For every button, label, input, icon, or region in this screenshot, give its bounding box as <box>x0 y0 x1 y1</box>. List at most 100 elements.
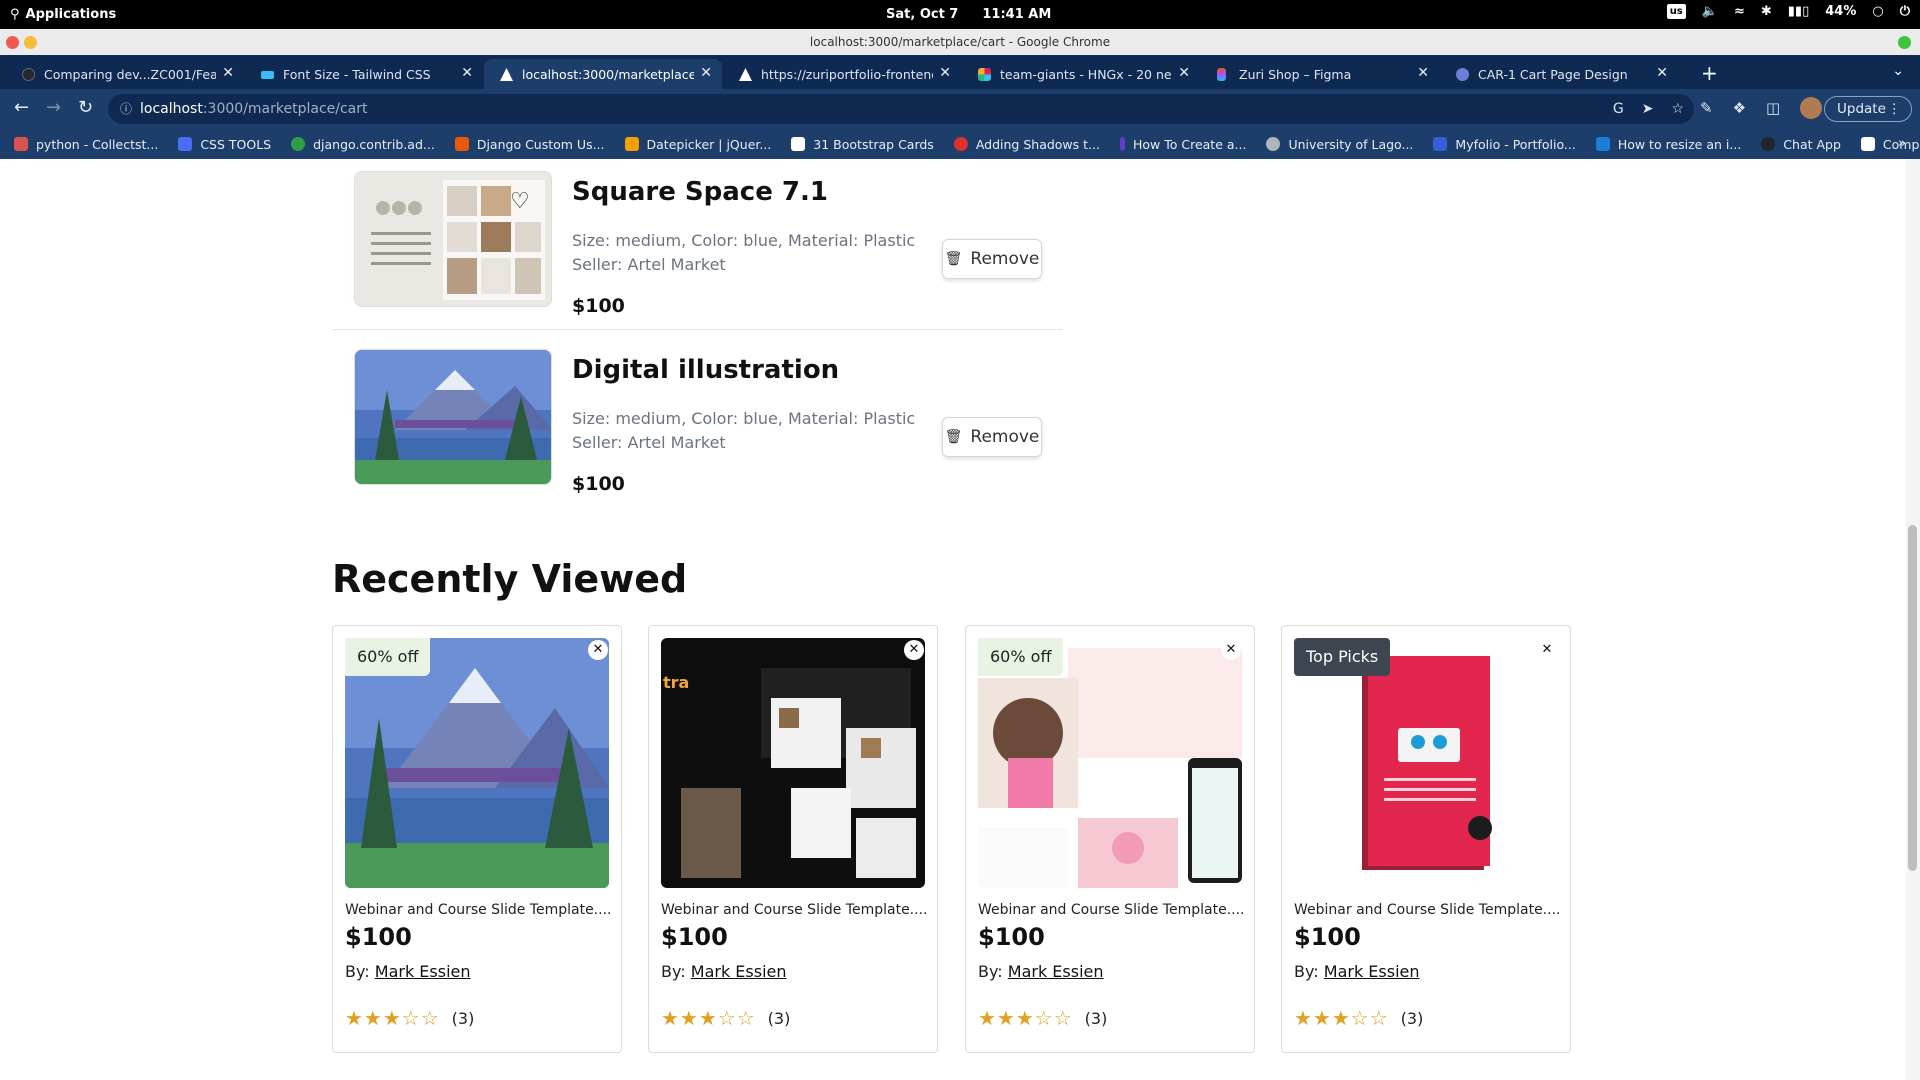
close-tab-icon[interactable]: ✕ <box>939 65 951 81</box>
remove-button[interactable]: 🗑 Remove <box>942 417 1042 457</box>
author-link[interactable]: Mark Essien <box>691 962 787 981</box>
tab-search-chevron-icon[interactable]: ⌄ <box>1892 63 1904 79</box>
bluetooth-icon[interactable]: ✱ <box>1761 4 1772 19</box>
bookmark-item[interactable]: How To Create a... <box>1119 137 1246 152</box>
product-author: By: Mark Essien <box>661 962 787 981</box>
close-icon[interactable]: ✕ <box>904 640 924 660</box>
more-bookmarks-icon[interactable]: » <box>1898 136 1906 151</box>
bookmark-item[interactable]: CSS TOOLS <box>178 137 271 152</box>
product-title: Webinar and Course Slide Template.... <box>345 902 612 918</box>
tab-zuriportfolio[interactable]: https://zuriportfolio-frontend-p ✕ <box>723 59 961 89</box>
profile-avatar[interactable] <box>1800 97 1823 119</box>
bookmark-item[interactable]: django.contrib.ad... <box>291 137 435 152</box>
stars-icon: ★★★☆☆ <box>661 1006 756 1030</box>
clock[interactable]: Sat, Oct 7 11:41 AM <box>886 7 1051 22</box>
tab-jira[interactable]: CAR-1 Cart Page Design ✕ <box>1440 59 1678 89</box>
product-image[interactable]: tra <box>661 638 925 888</box>
slack-icon <box>978 68 991 81</box>
product-title: Webinar and Course Slide Template.... <box>978 902 1245 918</box>
share-icon[interactable]: ➤ <box>1642 94 1654 124</box>
back-arrow-icon[interactable]: ← <box>14 97 29 118</box>
system-tray: us 🔈 ≈ ✱ ▮▮▯ 44% ○ ⏻ <box>1666 4 1910 19</box>
bookmark-star-icon[interactable]: ☆ <box>1671 94 1684 124</box>
close-icon[interactable]: ✕ <box>1537 640 1557 660</box>
extensions-puzzle-icon[interactable]: ❖ <box>1733 99 1746 117</box>
google-lens-icon[interactable]: G <box>1613 94 1624 124</box>
update-button[interactable]: Update ⋮ <box>1824 96 1912 122</box>
close-tab-icon[interactable]: ✕ <box>461 65 473 81</box>
bookmark-favicon-icon <box>791 137 806 151</box>
bookmark-favicon-icon <box>1761 137 1776 151</box>
applications-menu[interactable]: ⚲ Applications <box>10 7 116 22</box>
cart-item-title: Square Space 7.1 <box>572 177 828 207</box>
triangle-icon <box>500 68 513 81</box>
wifi-icon[interactable]: ≈ <box>1734 4 1745 19</box>
minimize-window-button[interactable] <box>24 36 37 49</box>
product-thumbnail[interactable] <box>354 349 552 485</box>
cart-item-price: $100 <box>572 473 625 495</box>
bookmark-item[interactable]: Adding Shadows t... <box>953 137 1100 152</box>
tab-localhost-cart[interactable]: localhost:3000/marketplace/ca✕ <box>484 59 722 89</box>
rating-count: (3) <box>1084 1008 1108 1028</box>
wishlist-heart-icon[interactable]: ♡ <box>510 189 530 214</box>
cart-item: Digital illustration Size: medium, Color… <box>332 349 1062 495</box>
star-rating: ★★★☆☆ (3) <box>1294 1006 1423 1030</box>
bookmark-item[interactable]: Datepicker | jQuer... <box>624 137 771 152</box>
bookmark-item[interactable]: University of Lago... <box>1266 137 1413 152</box>
triangle-icon <box>739 68 752 81</box>
keyboard-layout[interactable]: us <box>1666 4 1686 19</box>
author-link[interactable]: Mark Essien <box>1008 962 1104 981</box>
url-path: :3000/marketplace/cart <box>202 101 368 117</box>
maximize-window-button[interactable] <box>1898 36 1911 49</box>
bookmark-item[interactable]: Compare two exc... <box>1860 137 1920 152</box>
side-panel-icon[interactable]: ◫ <box>1766 99 1780 117</box>
close-window-button[interactable] <box>6 36 19 49</box>
cart-item-attributes: Size: medium, Color: blue, Material: Pla… <box>572 231 916 250</box>
volume-icon[interactable]: 🔈 <box>1702 4 1718 19</box>
kebab-menu-icon[interactable]: ⋮ <box>1888 97 1902 121</box>
product-title: Webinar and Course Slide Template.... <box>1294 902 1561 918</box>
product-card[interactable]: 60% off ✕ Webinar and Course Slide Templ… <box>332 625 622 1053</box>
tab-github[interactable]: Comparing dev...ZC001/Feat/C✕ <box>6 59 244 89</box>
bookmark-item[interactable]: python - Collectst... <box>14 137 158 152</box>
site-info-icon[interactable]: ⓘ <box>120 94 132 124</box>
author-link[interactable]: Mark Essien <box>375 962 471 981</box>
bookmark-item[interactable]: 31 Bootstrap Cards <box>791 137 934 152</box>
product-card[interactable]: Top Picks ✕ Webinar and Course Slide Tem… <box>1281 625 1571 1053</box>
bookmark-item[interactable]: Myfolio - Portfolio... <box>1433 137 1576 152</box>
close-tab-icon[interactable]: ✕ <box>700 65 712 81</box>
close-icon[interactable]: ✕ <box>588 640 608 660</box>
scrollbar-thumb[interactable] <box>1908 525 1917 871</box>
tab-figma[interactable]: Zuri Shop – Figma ✕ <box>1201 59 1439 89</box>
new-tab-button[interactable]: + <box>1701 61 1718 85</box>
close-icon[interactable]: ✕ <box>1221 640 1241 660</box>
bookmarks-bar: python - Collectst... CSS TOOLS django.c… <box>0 129 1920 159</box>
close-tab-icon[interactable]: ✕ <box>1417 65 1429 81</box>
product-card[interactable]: 60% off ✕ Webinar and Course Slide Templ… <box>965 625 1255 1053</box>
close-tab-icon[interactable]: ✕ <box>1656 65 1668 81</box>
bookmark-favicon-icon <box>178 137 193 151</box>
power-icon[interactable]: ⏻ <box>1900 4 1910 19</box>
browser-toolbar: ← → ↻ ⓘ localhost:3000/marketplace/cart … <box>0 89 1920 129</box>
bookmark-item[interactable]: Django Custom Us... <box>454 137 605 152</box>
notifications-off-icon[interactable]: ○ <box>1872 4 1883 19</box>
tab-strip: Comparing dev...ZC001/Feat/C✕ Font Size … <box>0 55 1920 89</box>
tab-tailwind[interactable]: Font Size - Tailwind CSS ✕ <box>245 59 483 89</box>
author-link[interactable]: Mark Essien <box>1324 962 1420 981</box>
battery-icon[interactable]: ▮▮▯ <box>1788 4 1809 19</box>
tab-slack[interactable]: team-giants - HNGx - 20 new i ✕ <box>962 59 1200 89</box>
bookmark-item[interactable]: Chat App <box>1761 137 1841 152</box>
remove-button[interactable]: 🗑 Remove <box>942 239 1042 279</box>
cart-item-seller: Seller: Artel Market <box>572 255 726 274</box>
scrollbar[interactable] <box>1906 159 1920 1080</box>
cart-item-title: Digital illustration <box>572 355 840 385</box>
address-bar[interactable]: ⓘ localhost:3000/marketplace/cart G ➤ ☆ <box>108 94 1694 124</box>
close-tab-icon[interactable]: ✕ <box>222 65 234 81</box>
pen-extension-icon[interactable]: ✎ <box>1700 99 1713 117</box>
bookmark-item[interactable]: How to resize an i... <box>1595 137 1741 152</box>
close-tab-icon[interactable]: ✕ <box>1178 65 1190 81</box>
forward-arrow-icon[interactable]: → <box>46 97 61 118</box>
product-card[interactable]: tra ✕ Webinar and Course Slide Template.… <box>648 625 938 1053</box>
reload-icon[interactable]: ↻ <box>78 97 93 118</box>
product-author: By: Mark Essien <box>1294 962 1420 981</box>
